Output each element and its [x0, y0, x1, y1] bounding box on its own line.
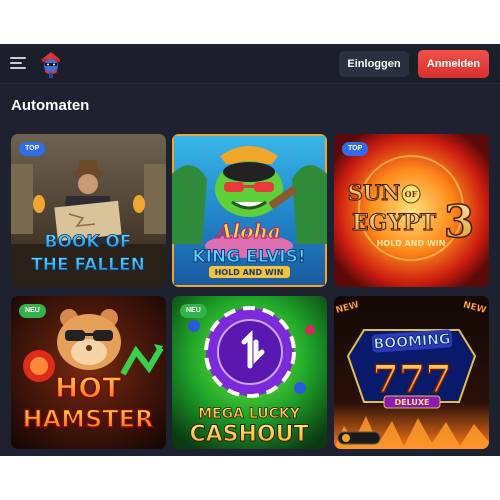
game-tile-mega-lucky-cashout[interactable]: MEGA LUCKY CASHOUT NEU	[172, 296, 327, 449]
hot-hamster-art: HOT HAMSTER	[11, 296, 166, 449]
book-of-the-fallen-art: BOOK OF THE FALLEN	[11, 134, 166, 287]
sun-of-egypt-title-line1: SUN	[348, 180, 401, 205]
booming-777-deluxe-art: BOOMING 777 DELUXE NEW NEW	[334, 296, 489, 449]
sun-of-egypt-title-line3: EGYPT	[352, 210, 437, 236]
booming-777-number: 777	[372, 356, 451, 401]
mega-lucky-cashout-title-line2: CASHOUT	[189, 422, 308, 447]
hamburger-menu-icon[interactable]	[10, 56, 28, 70]
game-tile-book-of-the-fallen[interactable]: BOOK OF THE FALLEN TOP	[11, 134, 166, 287]
top-badge: TOP	[19, 142, 46, 156]
aloha-king-elvis-art: Aloha KING ELVIS! HOLD AND WIN	[172, 134, 327, 287]
new-badge: NEU	[180, 304, 207, 318]
game-tile-sun-of-egypt-3[interactable]: SUN OF EGYPT 3 HOLD AND WIN TOP	[334, 134, 489, 287]
mega-lucky-cashout-title-line1: MEGA LUCKY	[198, 406, 301, 422]
sun-of-egypt-number: 3	[444, 197, 475, 248]
mega-lucky-cashout-art: MEGA LUCKY CASHOUT	[172, 296, 327, 449]
aloha-king-elvis-subtitle: HOLD AND WIN	[215, 268, 284, 277]
sun-of-egypt-title-line2: OF	[405, 189, 418, 199]
page-top-margin	[0, 0, 500, 44]
register-button[interactable]: Anmelden	[418, 50, 489, 78]
hot-hamster-title-line2: HAMSTER	[22, 405, 153, 433]
new-badge: NEU	[19, 304, 46, 318]
top-badge: TOP	[342, 142, 369, 156]
booming-deluxe-label: DELUXE	[394, 398, 429, 407]
page-bottom-margin	[0, 456, 500, 500]
bandit-mascot-logo[interactable]	[36, 49, 66, 79]
section-title: Automaten	[11, 97, 90, 114]
game-tile-booming-777-deluxe[interactable]: BOOMING 777 DELUXE NEW NEW	[334, 296, 489, 449]
login-button[interactable]: Einloggen	[339, 51, 409, 77]
sun-of-egypt-subtitle: HOLD AND WIN	[377, 239, 446, 248]
sun-of-egypt-3-art: SUN OF EGYPT 3 HOLD AND WIN	[334, 134, 489, 287]
top-header: Einloggen Anmelden	[0, 44, 500, 84]
game-tile-aloha-king-elvis[interactable]: Aloha KING ELVIS! HOLD AND WIN	[172, 134, 327, 287]
hot-hamster-title-line1: HOT	[55, 371, 121, 404]
aloha-king-elvis-title-line2: KING ELVIS!	[192, 247, 305, 267]
aloha-king-elvis-title-line1: Aloha	[215, 219, 281, 243]
game-tile-hot-hamster[interactable]: HOT HAMSTER NEU	[11, 296, 166, 449]
casino-app: Einloggen Anmelden Automaten BOOK OF THE…	[0, 44, 500, 456]
book-of-the-fallen-title-line2: THE FALLEN	[31, 255, 145, 275]
book-of-the-fallen-title-line1: BOOK OF	[44, 232, 131, 252]
